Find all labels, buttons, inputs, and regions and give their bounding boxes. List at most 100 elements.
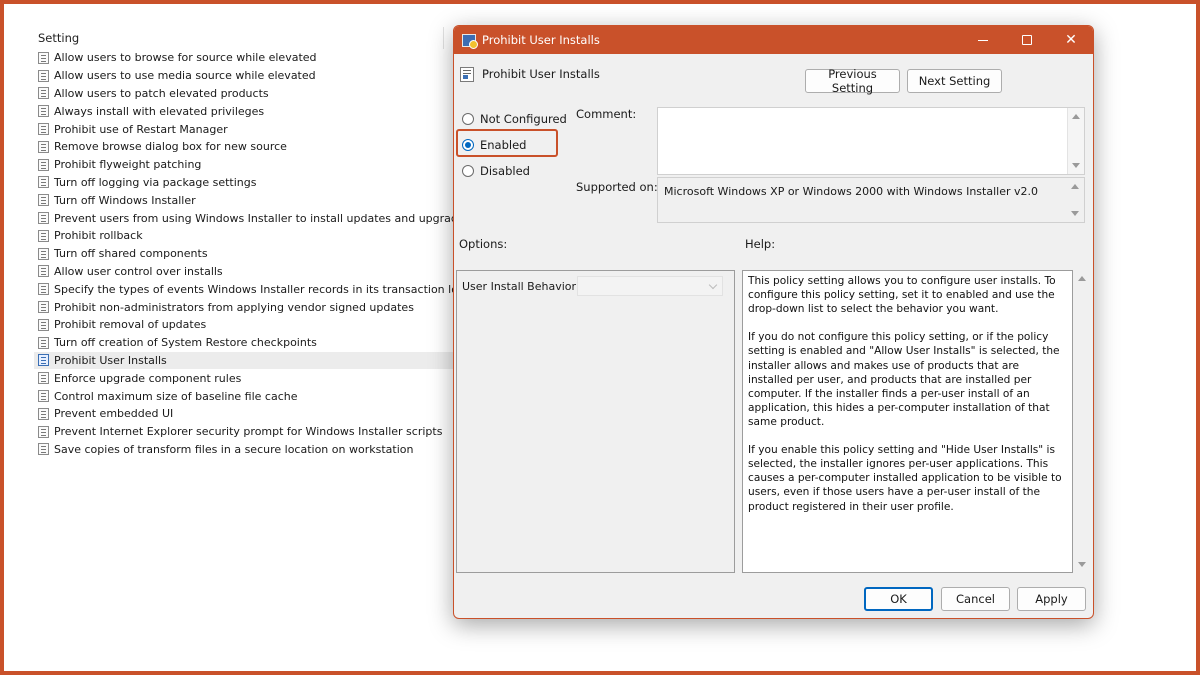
maximize-button[interactable] — [1005, 26, 1049, 54]
list-item[interactable]: Control maximum size of baseline file ca… — [34, 387, 450, 405]
list-item[interactable]: Always install with elevated privileges — [34, 102, 450, 120]
scroll-down-icon[interactable] — [1078, 562, 1086, 567]
list-item[interactable]: Allow users to use media source while el… — [34, 67, 450, 85]
maximize-icon — [1022, 35, 1032, 45]
ok-button[interactable]: OK — [864, 587, 933, 611]
radio-disabled[interactable]: Disabled — [462, 164, 530, 178]
list-item-label: Allow user control over installs — [54, 264, 223, 278]
policy-setting-icon — [38, 140, 49, 153]
list-item[interactable]: Prohibit rollback — [34, 227, 450, 245]
settings-list: Allow users to browse for source while e… — [34, 49, 470, 459]
list-item-label: Prevent embedded UI — [54, 407, 174, 421]
list-item[interactable]: Turn off creation of System Restore chec… — [34, 334, 450, 352]
supported-on-field: Microsoft Windows XP or Windows 2000 wit… — [657, 177, 1085, 223]
policy-setting-icon — [38, 229, 49, 242]
policy-setting-icon — [38, 407, 49, 420]
list-item[interactable]: Specify the types of events Windows Inst… — [34, 280, 465, 298]
scroll-down-icon[interactable] — [1072, 163, 1080, 168]
policy-setting-icon — [38, 443, 49, 456]
radio-disabled-label: Disabled — [480, 164, 530, 178]
next-setting-button[interactable]: Next Setting — [907, 69, 1002, 93]
policy-setting-icon — [38, 123, 49, 136]
list-item-label: Save copies of transform files in a secu… — [54, 442, 414, 456]
policy-setting-icon — [38, 283, 49, 296]
policy-setting-icon — [38, 87, 49, 100]
user-install-behavior-dropdown[interactable] — [577, 276, 723, 296]
radio-not-configured-indicator[interactable] — [462, 113, 474, 125]
list-item-label: Prohibit flyweight patching — [54, 158, 202, 172]
list-item-label: Allow users to browse for source while e… — [54, 51, 317, 65]
list-item[interactable]: Turn off Windows Installer — [34, 191, 450, 209]
list-item-label: Allow users to use media source while el… — [54, 69, 316, 83]
list-item-label: Turn off creation of System Restore chec… — [54, 336, 317, 350]
list-item[interactable]: Prohibit flyweight patching — [34, 156, 450, 174]
list-item-label: Prohibit non-administrators from applyin… — [54, 300, 414, 314]
list-item[interactable]: Prohibit use of Restart Manager — [34, 120, 450, 138]
list-item[interactable]: Allow users to browse for source while e… — [34, 49, 450, 67]
policy-setting-icon — [38, 336, 49, 349]
list-item[interactable]: Prevent embedded UI — [34, 405, 450, 423]
list-item[interactable]: Prohibit removal of updates — [34, 316, 450, 334]
list-item-label: Enforce upgrade component rules — [54, 371, 242, 385]
supported-scrollbar[interactable] — [1067, 178, 1084, 222]
policy-setting-icon — [38, 390, 49, 403]
policy-setting-icon — [38, 212, 49, 225]
help-pane: This policy setting allows you to config… — [742, 270, 1073, 573]
scroll-up-icon[interactable] — [1078, 276, 1086, 281]
help-paragraph: If you do not configure this policy sett… — [748, 331, 1060, 428]
policy-setting-icon — [38, 265, 49, 278]
user-install-behavior-label: User Install Behavior: — [462, 280, 580, 293]
comment-label: Comment: — [576, 107, 637, 121]
scroll-up-icon[interactable] — [1071, 184, 1079, 189]
list-item[interactable]: Allow user control over installs — [34, 263, 450, 281]
policy-setting-icon — [38, 69, 49, 82]
list-item-label: Control maximum size of baseline file ca… — [54, 389, 298, 403]
cancel-button[interactable]: Cancel — [941, 587, 1010, 611]
supported-on-value: Microsoft Windows XP or Windows 2000 wit… — [664, 185, 1038, 198]
previous-setting-button[interactable]: Previous Setting — [805, 67, 900, 95]
chevron-down-icon — [708, 280, 718, 290]
policy-dialog: Prohibit User Installs ✕ Prohibit User I… — [453, 25, 1094, 619]
list-item[interactable]: Prevent Internet Explorer security promp… — [34, 423, 450, 441]
policy-title: Prohibit User Installs — [482, 67, 600, 81]
list-item-label: Turn off Windows Installer — [54, 193, 196, 207]
supported-on-label: Supported on: — [576, 180, 658, 194]
list-item[interactable]: Enforce upgrade component rules — [34, 369, 450, 387]
list-item[interactable]: Remove browse dialog box for new source — [34, 138, 450, 156]
options-label: Options: — [459, 237, 508, 251]
radio-enabled[interactable]: Enabled — [462, 138, 526, 152]
policy-setting-icon — [38, 158, 49, 171]
list-item[interactable]: Allow users to patch elevated products — [34, 85, 450, 103]
radio-not-configured-label: Not Configured — [480, 112, 567, 126]
help-scrollbar[interactable] — [1074, 270, 1091, 573]
list-item[interactable]: Prohibit User Installs — [34, 351, 454, 370]
radio-disabled-indicator[interactable] — [462, 165, 474, 177]
close-button[interactable]: ✕ — [1049, 26, 1093, 54]
list-item[interactable]: Save copies of transform files in a secu… — [34, 441, 450, 459]
scroll-down-icon[interactable] — [1071, 211, 1079, 216]
list-item[interactable]: Turn off shared components — [34, 245, 450, 263]
radio-not-configured[interactable]: Not Configured — [462, 112, 567, 126]
policy-setting-icon — [38, 105, 49, 118]
list-item-label: Turn off shared components — [54, 247, 208, 261]
policy-setting-icon — [38, 372, 49, 385]
minimize-button[interactable] — [961, 26, 1005, 54]
radio-enabled-indicator[interactable] — [462, 139, 474, 151]
policy-setting-icon — [38, 354, 49, 367]
setting-column-header[interactable]: Setting — [38, 31, 79, 45]
apply-button[interactable]: Apply — [1017, 587, 1086, 611]
scroll-up-icon[interactable] — [1072, 114, 1080, 119]
radio-enabled-label: Enabled — [480, 138, 527, 152]
policy-setting-icon — [38, 194, 49, 207]
policy-setting-icon — [38, 176, 49, 189]
list-item[interactable]: Turn off logging via package settings — [34, 174, 450, 192]
list-item[interactable]: Prohibit non-administrators from applyin… — [34, 298, 450, 316]
policy-setting-icon — [460, 67, 474, 82]
policy-setting-icon — [38, 301, 49, 314]
comment-scrollbar[interactable] — [1067, 108, 1084, 174]
list-item[interactable]: Prevent users from using Windows Install… — [34, 209, 470, 227]
list-item-label: Always install with elevated privileges — [54, 104, 265, 118]
title-bar[interactable]: Prohibit User Installs ✕ — [454, 26, 1093, 54]
comment-field[interactable] — [657, 107, 1085, 175]
list-item-label: Remove browse dialog box for new source — [54, 140, 287, 154]
